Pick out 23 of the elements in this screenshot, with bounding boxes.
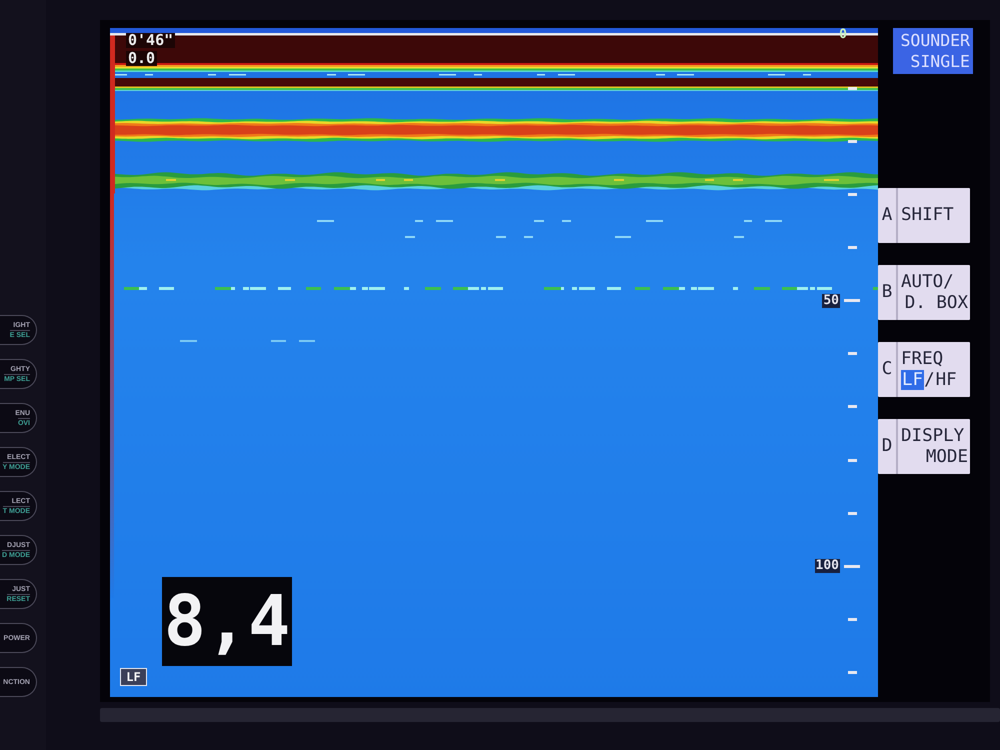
soft-key-button[interactable]: A SHIFT [878, 188, 970, 243]
elapsed-time: 0'46" [126, 33, 176, 48]
scale-tick [848, 618, 857, 621]
frequency-option[interactable]: HF [934, 370, 958, 390]
depth-scale-label: 0 [838, 28, 848, 42]
frequency-option[interactable]: LF [901, 370, 924, 390]
scale-tick [844, 564, 860, 568]
scale-tick [848, 352, 857, 356]
offset-readout: 0.0 [126, 51, 158, 66]
scale-tick [844, 299, 860, 302]
scale-tick [848, 86, 857, 90]
mode-label: SOUNDER SINGLE [893, 28, 973, 74]
scale-tick [848, 458, 857, 462]
frequency-badge: LF [120, 668, 147, 686]
scale-tick [848, 405, 857, 408]
depth-scale-label: 100 [814, 559, 840, 574]
depth-readout: 8,4 [162, 577, 292, 666]
scale-tick [848, 670, 857, 674]
scale-tick [848, 512, 857, 515]
scale-tick [848, 246, 857, 249]
scale-tick [848, 192, 857, 196]
scale-tick [848, 140, 857, 143]
depth-scale-label: 50 [822, 294, 840, 308]
